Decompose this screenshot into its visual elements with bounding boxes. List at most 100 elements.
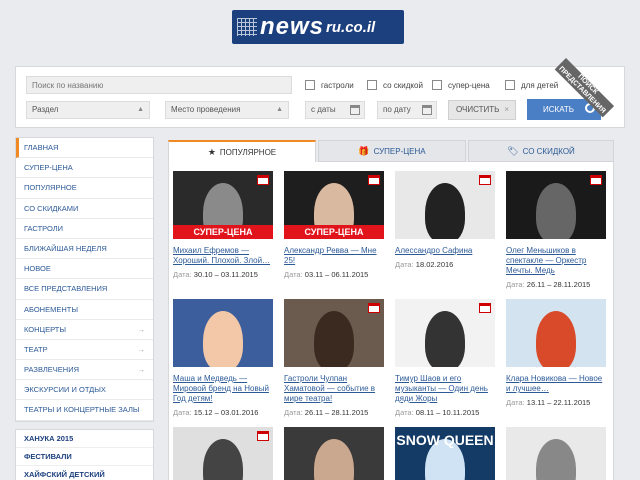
- event-title-link[interactable]: Маша и Медведь — Мировой бренд на Новый …: [173, 374, 273, 404]
- event-card[interactable]: Клара Новикова — Новое и лучшее… Дата: 13…: [506, 299, 606, 407]
- ticket-icon: [479, 175, 491, 185]
- close-icon: ×: [504, 105, 509, 114]
- event-thumbnail[interactable]: СУПЕР-ЦЕНА: [173, 171, 273, 239]
- event-date-value: 30.10 – 03.11.2015: [193, 270, 258, 279]
- ticket-icon: [479, 303, 491, 313]
- sidebar-item-label: АБОНЕМЕНТЫ: [24, 304, 78, 314]
- arrow-right-icon: →: [137, 365, 146, 375]
- sidebar-item[interactable]: ЭКСКУРСИИ И ОТДЫХ: [16, 380, 153, 401]
- checkbox-kids[interactable]: [505, 80, 515, 90]
- event-thumbnail[interactable]: [395, 171, 495, 239]
- super-price-badge: СУПЕР-ЦЕНА: [173, 225, 273, 239]
- event-date: Дата: 15.12 – 03.01.2016: [173, 408, 273, 417]
- sidebar-item-label: ТЕАТРЫ И КОНЦЕРТНЫЕ ЗАЛЫ: [24, 405, 140, 415]
- sidebar-item[interactable]: БЛИЖАЙШАЯ НЕДЕЛЯ: [16, 239, 153, 260]
- event-title-link[interactable]: Тимур Шаов и его музыканты — Один день д…: [395, 374, 495, 404]
- section-select[interactable]: Раздел ▲: [26, 101, 150, 119]
- event-title-link[interactable]: Олег Меньшиков в спектакле — Оркестр Меч…: [506, 246, 606, 276]
- tab-popular[interactable]: ★ ПОПУЛЯРНОЕ: [168, 140, 316, 162]
- filter-superprice[interactable]: супер-цена: [432, 80, 490, 90]
- person-photo: [536, 439, 576, 480]
- event-thumbnail[interactable]: [506, 427, 606, 480]
- filter-superprice-label: супер-цена: [448, 80, 490, 90]
- event-card[interactable]: Гастроли Чулпан Хаматовой — событие в ми…: [284, 299, 384, 417]
- event-card[interactable]: Маша и Медведь — Мировой бренд на Новый …: [173, 299, 273, 417]
- event-card[interactable]: SNOW QUEEN: [395, 427, 495, 480]
- event-date: Дата: 30.10 – 03.11.2015: [173, 270, 273, 279]
- ticket-icon: [257, 175, 269, 185]
- event-card[interactable]: [284, 427, 384, 480]
- event-card[interactable]: СУПЕР-ЦЕНА Александр Ревва — Мне 25! Дата:…: [284, 171, 384, 279]
- filter-discount-label: со скидкой: [383, 80, 423, 90]
- logo-main-text: news: [260, 13, 325, 40]
- filter-discount[interactable]: со скидкой: [367, 80, 423, 90]
- section-select-label: Раздел: [32, 105, 59, 114]
- checkbox-touring[interactable]: [305, 80, 315, 90]
- filter-touring[interactable]: гастроли: [305, 80, 354, 90]
- search-name-field[interactable]: [26, 76, 292, 94]
- sidebar-item[interactable]: АБОНЕМЕНТЫ: [16, 300, 153, 320]
- tab-discount[interactable]: 🏷 СО СКИДКОЙ: [468, 140, 614, 162]
- sidebar-item-label: ВСЕ ПРЕДСТАВЛЕНИЯ: [24, 284, 108, 294]
- logo-suffix-text: ru.co.il: [326, 18, 376, 36]
- event-date-label: Дата:: [173, 270, 192, 279]
- sidebar-item[interactable]: ТЕАТРЫ И КОНЦЕРТНЫЕ ЗАЛЫ: [16, 400, 153, 421]
- event-thumbnail[interactable]: [173, 299, 273, 367]
- sidebar-item[interactable]: ПОПУЛЯРНОЕ: [16, 178, 153, 199]
- sidebar-item[interactable]: НОВОЕ: [16, 259, 153, 280]
- event-card[interactable]: [173, 427, 273, 480]
- event-thumbnail[interactable]: СУПЕР-ЦЕНА: [284, 171, 384, 239]
- sidebar-item[interactable]: КОНЦЕРТЫ →: [16, 320, 153, 340]
- sidebar-item[interactable]: СУПЕР-ЦЕНА: [16, 158, 153, 179]
- sidebar-item[interactable]: РАЗВЛЕЧЕНИЯ →: [16, 360, 153, 381]
- ticket-icon: [368, 175, 380, 185]
- sidebar-item-label: ЭКСКУРСИИ И ОТДЫХ: [24, 385, 106, 395]
- site-logo[interactable]: news ru.co.il: [232, 10, 404, 44]
- event-date-label: Дата:: [506, 280, 525, 289]
- date-to-field[interactable]: по дату: [377, 101, 437, 119]
- date-from-field[interactable]: с даты: [305, 101, 365, 119]
- event-title-link[interactable]: Александр Ревва — Мне 25!: [284, 246, 384, 266]
- sidebar-item[interactable]: ТЕАТР →: [16, 340, 153, 361]
- tag-icon: 🏷: [507, 146, 519, 156]
- sidebar-item-label: ГАСТРОЛИ: [24, 223, 64, 233]
- event-card[interactable]: СУПЕР-ЦЕНА Михаил Ефремов — Хороший. Плох…: [173, 171, 273, 279]
- checkbox-discount[interactable]: [367, 80, 377, 90]
- sidebar-item[interactable]: ГАСТРОЛИ: [16, 219, 153, 239]
- clear-button[interactable]: ОЧИСТИТЬ ×: [448, 100, 516, 120]
- event-thumbnail[interactable]: [173, 427, 273, 480]
- event-thumbnail[interactable]: [506, 299, 606, 367]
- sidebar-item[interactable]: ВСЕ ПРЕДСТАВЛЕНИЯ: [16, 279, 153, 300]
- tab-superprice[interactable]: 🎁 СУПЕР-ЦЕНА: [318, 140, 466, 162]
- event-title-link[interactable]: Гастроли Чулпан Хаматовой — событие в ми…: [284, 374, 384, 404]
- event-card[interactable]: [506, 427, 606, 480]
- event-thumbnail[interactable]: [284, 427, 384, 480]
- event-title-link[interactable]: Алессандро Сафина: [395, 246, 495, 256]
- sidebar-special-item[interactable]: ФЕСТИВАЛИ: [16, 448, 153, 466]
- event-date: Дата: 26.11 – 28.11.2015: [284, 408, 384, 417]
- event-thumbnail[interactable]: [506, 171, 606, 239]
- event-date: Дата: 26.11 – 28.11.2015: [506, 280, 606, 289]
- event-title-link[interactable]: Михаил Ефремов — Хороший. Плохой. Злой…: [173, 246, 273, 266]
- sidebar-special-item[interactable]: ХАЙФСКИЙ ДЕТСКИЙ ФЕСТИВАЛЬ: [16, 466, 153, 480]
- event-card[interactable]: Алессандро Сафина Дата: 18.02.2016: [395, 171, 495, 269]
- calendar-icon[interactable]: [350, 105, 360, 115]
- date-to-label: по дату: [383, 105, 411, 114]
- event-date-label: Дата:: [284, 408, 303, 417]
- sidebar-item[interactable]: ГЛАВНАЯ: [16, 138, 153, 159]
- sidebar-special-item[interactable]: ХАНУКА 2015: [16, 430, 153, 448]
- event-thumbnail[interactable]: SNOW QUEEN: [395, 427, 495, 480]
- event-thumbnail[interactable]: [284, 299, 384, 367]
- search-name-input[interactable]: [32, 77, 291, 93]
- tab-bar: ★ ПОПУЛЯРНОЕ 🎁 СУПЕР-ЦЕНА 🏷 СО СКИДКОЙ: [168, 140, 614, 162]
- filter-kids[interactable]: для детей: [505, 80, 558, 90]
- calendar-icon[interactable]: [422, 105, 432, 115]
- event-date-label: Дата:: [395, 260, 414, 269]
- sidebar-item[interactable]: СО СКИДКАМИ: [16, 199, 153, 219]
- checkbox-superprice[interactable]: [432, 80, 442, 90]
- event-title-link[interactable]: Клара Новикова — Новое и лучшее…: [506, 374, 606, 394]
- event-card[interactable]: Олег Меньшиков в спектакле — Оркестр Меч…: [506, 171, 606, 289]
- venue-select[interactable]: Место проведения ▲: [165, 101, 289, 119]
- event-card[interactable]: Тимур Шаов и его музыканты — Один день д…: [395, 299, 495, 417]
- event-thumbnail[interactable]: [395, 299, 495, 367]
